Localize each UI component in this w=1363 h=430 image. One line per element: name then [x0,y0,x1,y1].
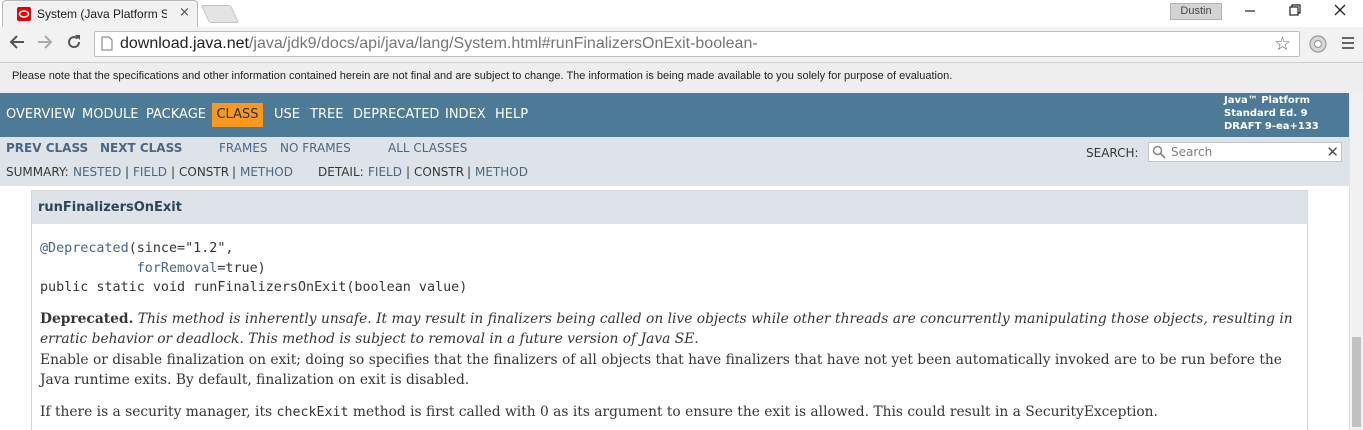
no-frames-link[interactable]: NO FRAMES [280,141,351,155]
detail-method-link[interactable]: METHOD [475,165,528,179]
tab-title: System (Java Platform SE 9 [37,7,167,21]
check-exit-code: checkExit [276,405,349,420]
evaluation-notice: Please note that the specifications and … [0,63,1363,93]
platform-line: Standard Ed. 9 [1224,108,1308,119]
description-paragraph: Enable or disable finalization on exit; … [40,352,1282,388]
close-window-button[interactable] [1320,2,1360,22]
extension-icon[interactable] [1307,33,1329,55]
deprecated-text: This method is inherently unsafe. It may… [40,311,1293,347]
reload-icon [68,35,81,49]
url-host: download.java.net [120,35,249,52]
scrollbar-thumb[interactable] [1352,337,1361,427]
separator: | [171,165,176,179]
reload-button[interactable] [63,33,85,55]
menu-icon [1342,37,1354,49]
browser-tab-strip: System (Java Platform SE 9 × Dustin [0,0,1363,27]
new-tab-button[interactable] [200,5,240,23]
security-text-start: If there is a security manager, its [40,404,277,420]
close-icon [1334,4,1346,16]
search-label: SEARCH: [1086,146,1139,160]
security-paragraph: If there is a security manager, its chec… [40,403,1302,423]
detail-label: DETAIL: [318,165,364,179]
platform-line: Java™ Platform [1224,95,1311,106]
deprecated-label: Deprecated. [40,311,134,327]
restore-icon [1289,4,1301,16]
profile-button[interactable]: Dustin [1170,3,1222,20]
browser-toolbar: download.java.net/java/jdk9/docs/api/jav… [0,27,1363,63]
separator: | [232,165,237,179]
member-title: runFinalizersOnExit [38,200,182,215]
platform-label: Java™ Platform Standard Ed. 9 DRAFT 9-ea… [1224,94,1319,133]
browser-tab[interactable]: System (Java Platform SE 9 × [2,0,198,27]
nav-help[interactable]: HELP [495,107,528,122]
frames-link[interactable]: FRAMES [219,141,268,155]
url-path: /java/jdk9/docs/api/java/lang/System.htm… [248,35,758,52]
tab-close-icon[interactable]: × [179,5,190,20]
summary-nested-link[interactable]: NESTED [73,165,121,179]
signature-since: (since="1.2", [128,241,234,256]
page-icon [101,36,113,51]
search-reset-icon[interactable]: ✕ [1326,143,1339,161]
page-scrollbar[interactable] [1349,93,1363,430]
security-text-end: method is first called with 0 as its arg… [348,404,1158,420]
prev-class-link[interactable]: PREV CLASS [6,141,88,155]
url-text[interactable]: download.java.net/java/jdk9/docs/api/jav… [120,35,758,53]
forward-arrow-icon [38,35,53,49]
nav-module[interactable]: MODULE [82,107,138,122]
summary-constr: CONSTR [179,165,230,179]
summary-field-link[interactable]: FIELD [133,165,167,179]
signature-declaration: public static void runFinalizersOnExit(b… [40,280,468,295]
nav-deprecated[interactable]: DEPRECATED [353,107,439,122]
member-header: runFinalizersOnExit [32,191,1307,224]
nav-tree[interactable]: TREE [310,107,343,122]
next-class-link[interactable]: NEXT CLASS [100,141,182,155]
minimize-icon [1245,10,1255,12]
nav-index[interactable]: INDEX [445,107,486,122]
java-favicon-icon [17,7,31,21]
forward-button[interactable] [34,33,56,55]
summary-label: SUMMARY: [6,165,69,179]
nav-overview[interactable]: OVERVIEW [6,107,75,122]
nav-use[interactable]: USE [274,107,300,122]
search-icon [1152,145,1166,159]
deprecation-note: Deprecated. This method is inherently un… [40,310,1302,349]
address-bar[interactable]: download.java.net/java/jdk9/docs/api/jav… [94,31,1300,57]
all-classes-link[interactable]: ALL CLASSES [388,141,467,155]
search-placeholder: Search [1171,145,1213,159]
method-detail-block: runFinalizersOnExit @Deprecated(since="1… [31,190,1308,430]
search-input[interactable]: Search ✕ [1148,142,1342,162]
signature-for-removal-value: =true) [217,260,266,276]
detail-constr: CONSTR [414,165,465,179]
platform-line: DRAFT 9-ea+133 [1224,121,1319,132]
minimize-button[interactable] [1230,2,1270,22]
bookmark-star-icon[interactable]: ☆ [1274,33,1291,55]
sub-navigation: PREV CLASS NEXT CLASS FRAMES NO FRAMES A… [0,137,1349,186]
nav-package[interactable]: PACKAGE [146,107,206,122]
summary-method-link[interactable]: METHOD [240,165,293,179]
back-arrow-icon [9,35,24,49]
notice-text: Please note that the specifications and … [12,70,953,82]
back-button[interactable] [6,33,28,55]
deprecated-annotation-link[interactable]: @Deprecated [40,241,129,256]
nav-class-current: CLASS [212,103,263,127]
for-removal-link[interactable]: forRemoval [137,261,218,276]
detail-field-link[interactable]: FIELD [368,165,402,179]
restore-button[interactable] [1275,2,1315,22]
method-signature: @Deprecated(since="1.2", forRemoval=true… [40,239,467,298]
separator: | [467,165,472,179]
menu-button[interactable] [1340,35,1356,55]
top-navigation-bar: OVERVIEW MODULE PACKAGE CLASS USE TREE D… [0,93,1349,137]
separator: | [406,165,411,179]
separator: | [125,165,130,179]
